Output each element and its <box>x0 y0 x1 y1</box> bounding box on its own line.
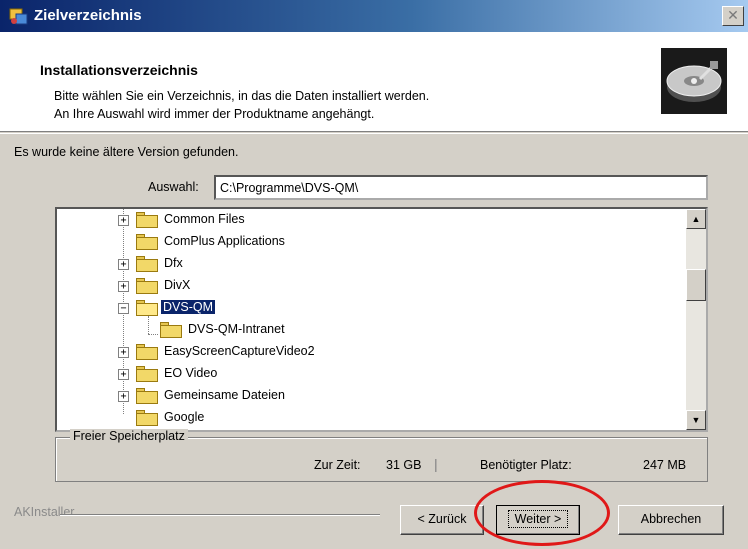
expand-icon[interactable]: + <box>118 259 129 270</box>
tree-item-label: Google <box>164 410 205 424</box>
collapse-icon[interactable]: − <box>118 303 129 314</box>
scroll-thumb[interactable] <box>686 269 706 301</box>
folder-icon <box>136 256 158 272</box>
tree-item[interactable]: Google <box>57 407 677 429</box>
tree-item-label: DVS-QM <box>161 300 215 314</box>
tree-item-label: DVS-QM-Intranet <box>188 322 285 336</box>
status-text: Es wurde keine ältere Version gefunden. <box>14 145 239 159</box>
tree-item[interactable]: + DivX <box>57 275 677 297</box>
current-space-value: 31 GB <box>386 458 422 472</box>
folder-icon <box>136 344 158 360</box>
close-button[interactable]: ✕ <box>722 6 744 26</box>
tree-item[interactable]: + EasyScreenCaptureVideo2 <box>57 341 677 363</box>
expand-icon[interactable]: + <box>118 347 129 358</box>
required-space-label: Benötigter Platz: <box>480 458 572 472</box>
tree-item-selected[interactable]: − DVS-QM <box>57 297 677 319</box>
cancel-button[interactable]: Abbrechen <box>618 505 724 535</box>
title-bar: Zielverzeichnis ✕ <box>0 0 748 32</box>
free-space-legend: Freier Speicherplatz <box>70 429 188 443</box>
footer-separator <box>60 514 380 516</box>
wizard-header: Installationsverzeichnis Bitte wählen Si… <box>0 32 748 132</box>
expand-icon[interactable]: + <box>118 281 129 292</box>
window-title: Zielverzeichnis <box>34 7 142 24</box>
free-space-group: Freier Speicherplatz Zur Zeit: 31 GB | B… <box>55 429 708 482</box>
tree-item-label: Gemeinsame Dateien <box>164 388 285 402</box>
install-path-input[interactable] <box>214 175 708 200</box>
tree-item[interactable]: ComPlus Applications <box>57 231 677 253</box>
folder-icon <box>136 366 158 382</box>
header-description-line2: An Ihre Auswahl wird immer der Produktna… <box>54 107 375 121</box>
expand-icon[interactable]: + <box>118 215 129 226</box>
folder-icon <box>136 278 158 294</box>
next-button-label: Weiter > <box>507 510 569 528</box>
tree-item[interactable]: + Common Files <box>57 209 677 231</box>
tree-item-label: EasyScreenCaptureVideo2 <box>164 344 315 358</box>
header-title: Installationsverzeichnis <box>40 62 198 78</box>
expand-icon[interactable]: + <box>118 369 129 380</box>
required-space-value: 247 MB <box>643 458 687 472</box>
folder-icon <box>136 410 158 426</box>
header-description-line1: Bitte wählen Sie ein Verzeichnis, in das… <box>54 89 430 103</box>
selection-label: Auswahl: <box>148 180 199 194</box>
brand-label: AKInstaller <box>14 505 75 519</box>
installer-icon <box>9 8 28 25</box>
folder-tree[interactable]: + Common Files ComPlus Applications + Df… <box>55 207 708 432</box>
tree-item[interactable]: + Gemeinsame Dateien <box>57 385 677 407</box>
vertical-scrollbar[interactable]: ▲ ▼ <box>686 209 706 430</box>
folder-icon <box>136 234 158 250</box>
scroll-up-button[interactable]: ▲ <box>686 209 706 229</box>
tree-item-label: DivX <box>164 278 191 292</box>
next-button[interactable]: Weiter > <box>496 505 580 535</box>
tree-item-label: EO Video <box>164 366 218 380</box>
folder-icon <box>136 212 158 228</box>
current-space-label: Zur Zeit: <box>314 458 361 472</box>
folder-icon <box>160 322 182 338</box>
tree-item-label: Common Files <box>164 212 245 226</box>
header-separator <box>0 133 748 134</box>
expand-icon[interactable]: + <box>118 391 129 402</box>
hard-disk-icon <box>661 48 727 114</box>
tree-item[interactable]: DVS-QM-Intranet <box>57 319 677 341</box>
scroll-down-button[interactable]: ▼ <box>686 410 706 430</box>
tree-item[interactable]: + EO Video <box>57 363 677 385</box>
tree-item-label: Dfx <box>164 256 183 270</box>
tree-item-label: ComPlus Applications <box>164 234 285 248</box>
folder-icon <box>136 388 158 404</box>
space-divider: | <box>434 456 438 472</box>
back-button[interactable]: < Zurück <box>400 505 484 535</box>
tree-item[interactable]: + Dfx <box>57 253 677 275</box>
open-folder-icon <box>136 300 158 316</box>
